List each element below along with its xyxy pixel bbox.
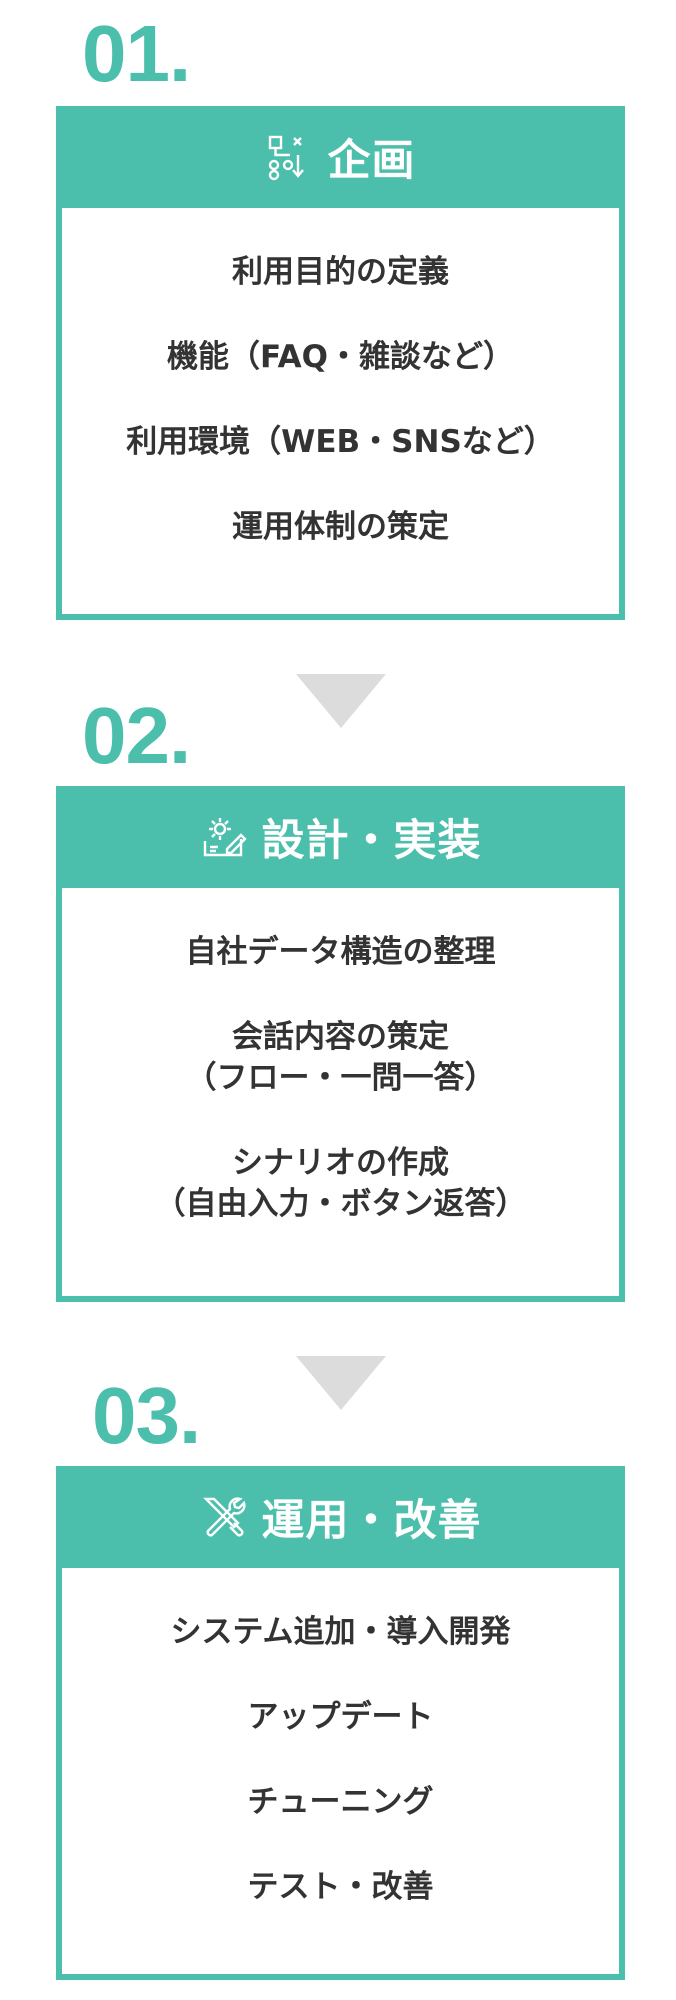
step-header: 設計・実装 — [56, 786, 625, 888]
list-item: チューニング — [247, 1784, 434, 1820]
down-arrow-icon — [296, 674, 386, 728]
gear-edit-icon — [200, 813, 248, 861]
step-card: 設計・実装 自社データ構造の整理 会話内容の策定 （フロー・一問一答） シナリオ… — [56, 786, 625, 1302]
step-header: 運用・改善 — [56, 1466, 625, 1568]
list-item: テスト・改善 — [247, 1869, 434, 1905]
flowchart-icon — [266, 133, 314, 181]
step-items: 利用目的の定義 機能（FAQ・雑談など） 利用環境（WEB・SNSなど） 運用体… — [62, 208, 619, 548]
step-title: 企画 — [327, 136, 416, 186]
list-item: システム追加・導入開発 — [170, 1614, 511, 1650]
list-item: 自社データ構造の整理 — [185, 934, 496, 970]
step-card: 運用・改善 システム追加・導入開発 アップデート チューニング テスト・改善 — [56, 1466, 625, 1980]
list-item: 利用目的の定義 — [232, 254, 449, 290]
tools-icon — [200, 1493, 248, 1541]
step-items: システム追加・導入開発 アップデート チューニング テスト・改善 — [62, 1568, 619, 1908]
list-item: 利用環境（WEB・SNSなど） — [126, 424, 555, 460]
step-title: 設計・実装 — [261, 816, 482, 866]
step-card: 企画 利用目的の定義 機能（FAQ・雑談など） 利用環境（WEB・SNSなど） … — [56, 106, 625, 620]
step-number: 02. — [82, 691, 191, 780]
step-number: 01. — [82, 9, 191, 98]
list-item: アップデート — [247, 1699, 434, 1735]
step-header: 企画 — [56, 106, 625, 208]
step-number: 03. — [92, 1371, 201, 1460]
down-arrow-icon — [296, 1356, 386, 1410]
step-items: 自社データ構造の整理 会話内容の策定 （フロー・一問一答） シナリオの作成 （自… — [62, 888, 619, 1225]
list-item: シナリオの作成 （自由入力・ボタン返答） — [154, 1145, 527, 1222]
list-item: 機能（FAQ・雑談など） — [167, 339, 514, 375]
step-title: 運用・改善 — [261, 1496, 482, 1546]
list-item: 運用体制の策定 — [232, 509, 449, 545]
list-item: 会話内容の策定 （フロー・一問一答） — [185, 1019, 496, 1096]
